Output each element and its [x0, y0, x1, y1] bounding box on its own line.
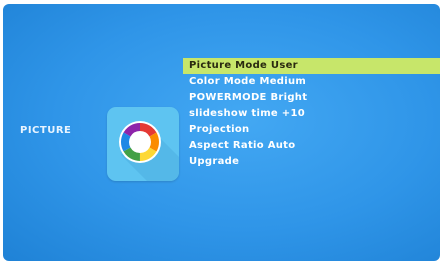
menu-item-upgrade[interactable]: Upgrade: [183, 154, 440, 170]
menu-item-aspect-ratio-auto[interactable]: Aspect Ratio Auto: [183, 138, 440, 154]
picture-menu: Picture Mode User Color Mode Medium POWERM…: [183, 58, 440, 170]
menu-item-color-mode-medium[interactable]: Color Mode Medium: [183, 74, 440, 90]
menu-item-slideshow-time-10[interactable]: slideshow time +10: [183, 106, 440, 122]
tv-screen: PICTURE Picture Mode User Color Mode Med…: [3, 4, 440, 261]
menu-item-powermode-bright[interactable]: POWERMODE Bright: [183, 90, 440, 106]
picture-tile: [107, 107, 179, 181]
menu-item-projection[interactable]: Projection: [183, 122, 440, 138]
section-title: PICTURE: [20, 125, 72, 136]
menu-item-picture-mode-user[interactable]: Picture Mode User: [183, 58, 440, 74]
